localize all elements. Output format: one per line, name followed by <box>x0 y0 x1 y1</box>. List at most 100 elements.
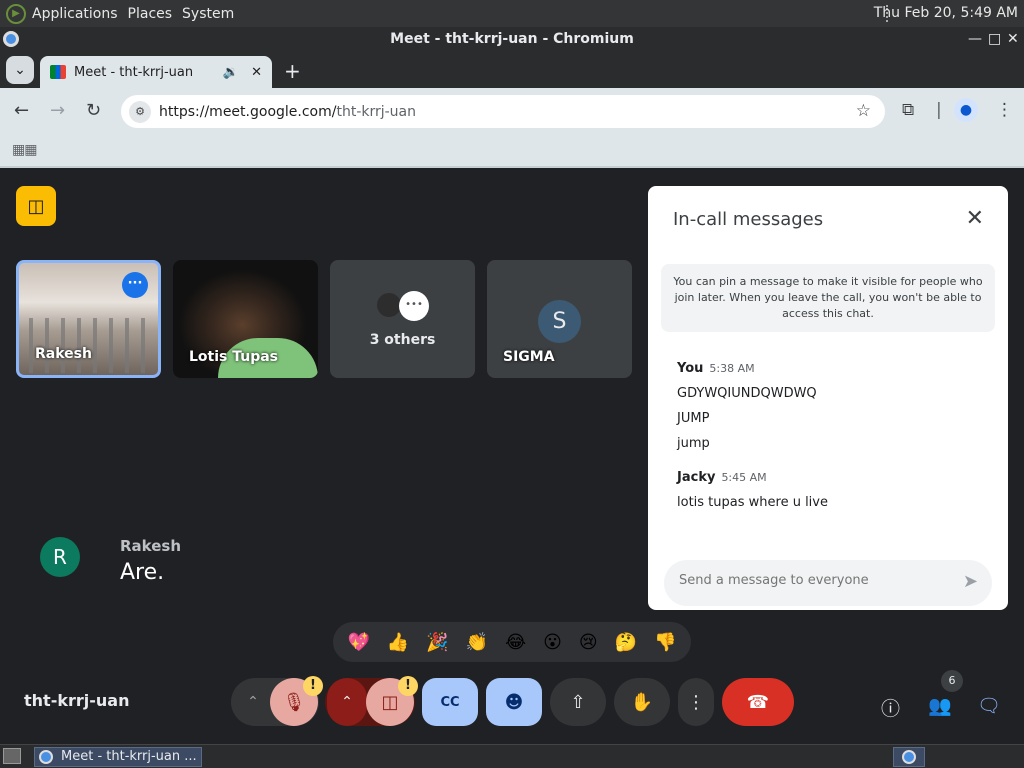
participant-name: Rakesh <box>35 346 92 362</box>
participant-tile-sigma[interactable]: S SIGMA <box>487 260 632 378</box>
chromium-icon <box>902 750 916 764</box>
send-icon[interactable]: ➤ <box>963 571 978 592</box>
menu-applications[interactable]: Applications <box>32 6 118 22</box>
chromium-icon[interactable] <box>3 31 19 47</box>
chromium-icon <box>39 750 53 764</box>
forward-button[interactable]: → <box>50 100 65 121</box>
back-button[interactable]: ← <box>14 100 29 121</box>
caption-speaker-name: Rakesh <box>120 537 182 555</box>
meeting-details-icon[interactable]: ⓘ <box>881 694 900 721</box>
raise-hand-button[interactable]: ✋ <box>614 678 670 726</box>
distro-logo-icon[interactable]: ▶ <box>6 3 26 24</box>
reactions-button[interactable]: ☻ <box>486 678 542 726</box>
speaker-icon[interactable]: 🔉 <box>223 65 239 80</box>
pin-notice: You can pin a message to make it visible… <box>661 264 995 332</box>
os-menu-bar: Applications Places System <box>32 6 234 22</box>
reaction-thumbs-down[interactable]: 👎 <box>654 632 676 653</box>
caption-text: Are. <box>120 560 165 585</box>
message-sender: Jacky <box>677 470 716 485</box>
close-window-button[interactable]: ✕ <box>1007 27 1019 51</box>
url-host: https://meet.google.com/ <box>159 103 337 120</box>
audio-settings-button[interactable]: ⌃ <box>233 678 273 726</box>
window-titlebar: Meet - tht-krrj-uan - Chromium — □ ✕ <box>0 27 1024 51</box>
profile-avatar-icon[interactable]: ● <box>954 98 978 122</box>
present-screen-icon: ⇧ <box>570 691 586 713</box>
reaction-tears-of-joy[interactable]: 😂 <box>505 632 526 653</box>
meet-stage: ◫ ··· Rakesh Lotis Tupas ••• 3 others S … <box>0 168 1024 744</box>
message-group: Jacky 5:45 AM lotis tupas where u live <box>677 466 828 510</box>
meet-favicon-icon <box>50 65 66 79</box>
more-options-button[interactable]: ⋮ <box>678 678 714 726</box>
close-panel-button[interactable]: ✕ <box>966 206 984 231</box>
new-tab-button[interactable]: + <box>284 59 301 83</box>
menu-system[interactable]: System <box>182 6 234 22</box>
reaction-sparkling-heart[interactable]: 💖 <box>347 632 369 653</box>
message-text: jump <box>677 436 710 451</box>
participant-tile-rakesh[interactable]: ··· Rakesh <box>16 260 161 378</box>
reaction-bar: 💖 👍 🎉 👏 😂 😮 😢 🤔 👎 <box>333 622 691 662</box>
window-title: Meet - tht-krrj-uan - Chromium <box>390 31 634 47</box>
reaction-thumbs-up[interactable]: 👍 <box>387 632 409 653</box>
others-avatars: ••• <box>375 291 429 321</box>
chevron-down-icon: ⌄ <box>14 62 26 78</box>
closed-captions-icon: CC <box>440 694 460 710</box>
chat-icon[interactable]: 🗨 <box>977 694 1001 717</box>
message-group: You 5:38 AM GDYWQIUNDQWDWQ JUMP jump <box>677 357 817 451</box>
maximize-button[interactable]: □ <box>988 27 1001 51</box>
tab-title: Meet - tht-krrj-uan <box>74 64 194 80</box>
more-vert-icon: ⋮ <box>687 691 705 713</box>
smiley-icon: ☻ <box>504 691 524 713</box>
site-info-icon[interactable]: ⚙ <box>129 100 151 123</box>
reaction-clapping[interactable]: 👏 <box>466 632 488 653</box>
reaction-crying[interactable]: 😢 <box>579 632 598 653</box>
avatar: S <box>538 300 581 343</box>
os-taskbar: Meet - tht-krrj-uan ... <box>0 744 1024 768</box>
address-bar[interactable]: ⚙ https://meet.google.com/tht-krrj-uan ☆ <box>121 95 885 128</box>
people-count-badge: 6 <box>941 670 963 692</box>
participant-tile-others[interactable]: ••• 3 others <box>330 260 475 378</box>
browser-menu-icon[interactable]: ⋮ <box>996 100 1013 120</box>
captions-button[interactable]: CC <box>422 678 478 726</box>
participant-name: Lotis Tupas <box>189 349 279 365</box>
apps-grid-icon[interactable]: ▦▦ <box>12 142 37 158</box>
tray-chromium-button[interactable] <box>893 747 925 767</box>
video-settings-button[interactable]: ⌃ <box>327 678 367 726</box>
tab-search-button[interactable]: ⌄ <box>6 56 34 84</box>
reaction-surprised[interactable]: 😮 <box>543 632 562 653</box>
clock[interactable]: Thu Feb 20, 5:49 AM <box>874 5 1018 21</box>
reaction-party-popper[interactable]: 🎉 <box>426 632 448 653</box>
minimize-button[interactable]: — <box>968 27 982 51</box>
bookmarks-bar: ▦▦ <box>0 134 1024 168</box>
camera-off-icon: ◫ <box>381 691 399 713</box>
message-input[interactable] <box>679 573 939 588</box>
participant-name: SIGMA <box>503 349 555 365</box>
microphone-off-icon: 🎙 <box>282 691 306 713</box>
tile-more-options-button[interactable]: ··· <box>122 272 148 298</box>
message-time: 5:38 AM <box>709 362 755 375</box>
caption-speaker-avatar: R <box>40 537 80 577</box>
camera-warning-badge: ! <box>398 676 418 696</box>
mic-warning-badge: ! <box>303 676 323 696</box>
toolbar-divider: | <box>936 100 942 120</box>
show-desktop-button[interactable] <box>3 748 21 764</box>
present-button[interactable]: ⇧ <box>550 678 606 726</box>
url-text[interactable]: https://meet.google.com/tht-krrj-uan <box>159 104 416 120</box>
message-time: 5:45 AM <box>721 471 767 484</box>
bookmark-star-icon[interactable]: ☆ <box>856 101 871 121</box>
reload-button[interactable]: ↻ <box>86 100 101 121</box>
participant-tile-lotis[interactable]: Lotis Tupas <box>173 260 318 378</box>
hangup-phone-icon: ☎ <box>746 691 770 713</box>
reaction-thinking[interactable]: 🤔 <box>615 632 637 653</box>
panel-title: In-call messages <box>673 209 824 230</box>
leave-call-button[interactable]: ☎ <box>722 678 794 726</box>
tab-meet[interactable]: Meet - tht-krrj-uan 🔉 ✕ <box>40 56 272 88</box>
people-icon[interactable]: 👥 <box>928 694 952 717</box>
extensions-icon[interactable]: ⧉ <box>902 100 914 120</box>
companion-mode-button[interactable]: ◫ <box>16 186 56 226</box>
message-text: GDYWQIUNDQWDWQ <box>677 386 817 401</box>
tab-close-button[interactable]: ✕ <box>251 65 262 80</box>
taskbar-window-button[interactable]: Meet - tht-krrj-uan ... <box>34 747 202 767</box>
browser-toolbar: ← → ↻ ⚙ https://meet.google.com/tht-krrj… <box>0 88 1024 134</box>
message-text: lotis tupas where u live <box>677 495 828 510</box>
menu-places[interactable]: Places <box>128 6 173 22</box>
